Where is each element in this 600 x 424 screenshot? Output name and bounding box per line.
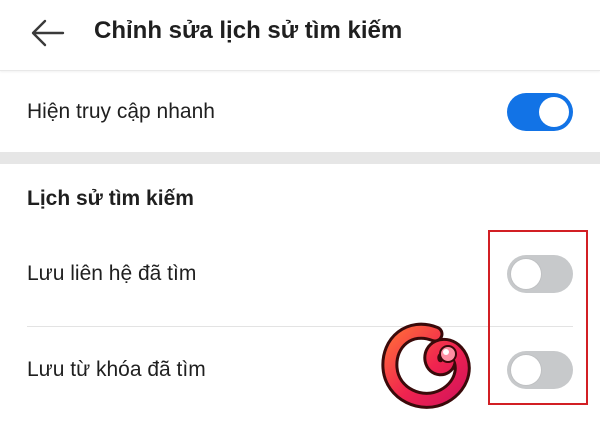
toggle-knob	[539, 97, 569, 127]
quick-access-row[interactable]: Hiện truy cập nhanh	[0, 72, 600, 152]
watermark-logo	[381, 322, 471, 409]
page-title: Chỉnh sửa lịch sử tìm kiếm	[94, 17, 403, 44]
screen: Chỉnh sửa lịch sử tìm kiếm Hiện truy cập…	[0, 0, 600, 424]
save-searched-keywords-label: Lưu từ khóa đã tìm	[27, 358, 206, 381]
section-divider	[0, 152, 600, 164]
app-header: Chỉnh sửa lịch sử tìm kiếm	[0, 0, 600, 71]
highlight-box	[488, 230, 588, 405]
save-searched-contacts-label: Lưu liên hệ đã tìm	[27, 262, 197, 285]
back-button[interactable]	[28, 15, 68, 51]
quick-access-label: Hiện truy cập nhanh	[27, 100, 215, 123]
section-heading-search-history: Lịch sử tìm kiếm	[27, 187, 194, 210]
arrow-left-icon	[31, 19, 65, 47]
quick-access-toggle[interactable]	[507, 93, 573, 131]
